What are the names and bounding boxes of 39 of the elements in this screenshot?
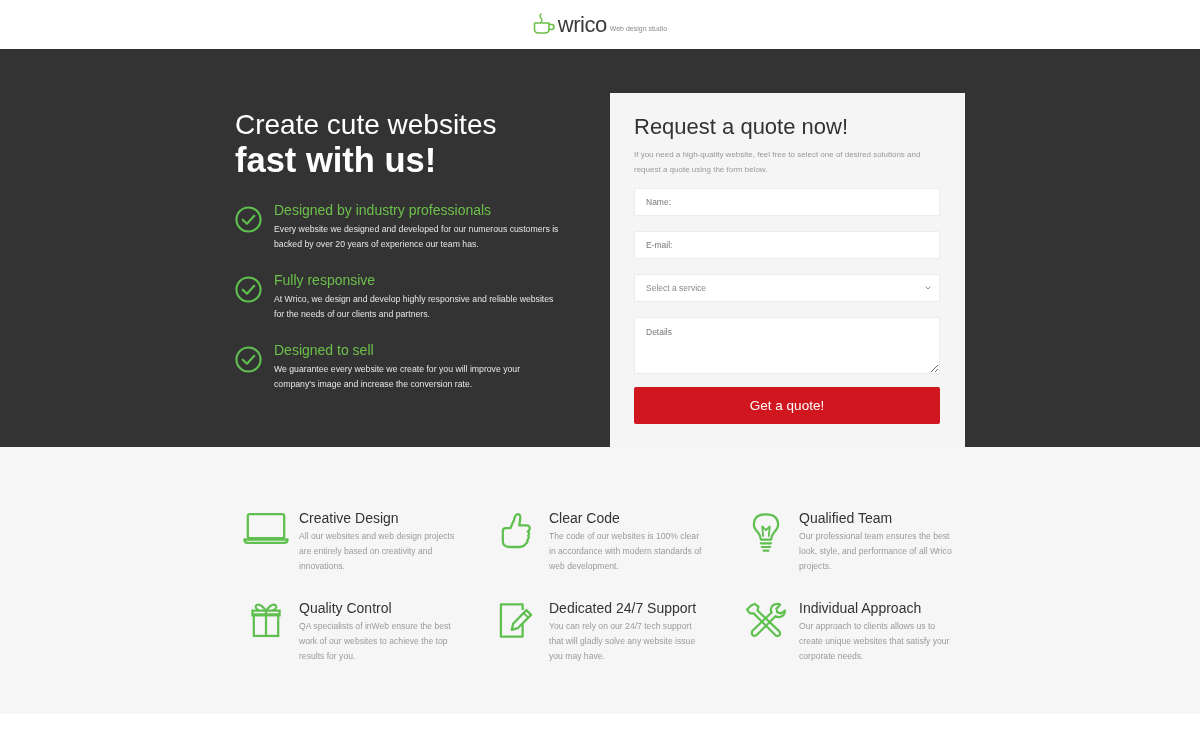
caret-icon — [925, 286, 931, 290]
feature-title: Qualified Team — [799, 509, 893, 527]
thumbs-up-icon — [499, 512, 532, 550]
feature-text: Our professional team ensures the best look, style, and performance of all Wrico projects. — [799, 530, 953, 573]
feature-title: Dedicated 24/7 Support — [549, 599, 697, 617]
feature-title: Creative Design — [299, 509, 399, 527]
feature-text: You can rely on our 24/7 tech support that will gladly solve any website issue you may have. — [549, 620, 697, 663]
document-pencil-icon — [498, 602, 533, 639]
feature-text: All our websites and web design projects are entirely based on creativity and innovations. — [299, 530, 455, 573]
feature-text: The code of our websites is 100% clear in accordance with modern standards of web development. — [549, 530, 703, 573]
text-input[interactable]: E-mail: — [634, 231, 940, 259]
feature-title: Clear Code — [549, 509, 620, 527]
hero-heading: Create cute websites — [235, 109, 497, 141]
tools-icon — [744, 602, 787, 638]
text-input[interactable]: Name: — [634, 188, 940, 216]
benefit-title: Designed by industry professionals — [274, 201, 492, 219]
lightbulb-icon — [751, 512, 780, 554]
benefit-text: Every website we designed and developed for our numerous customers is backed by over 20 years of experience our team has. — [274, 223, 560, 251]
benefit-text: We guarantee every website we create for you will improve your company's image and increase the conversion rate. — [274, 363, 522, 391]
form-intro: If you need a high-quality website, feel free to select one of desired solutions and request a quote using the form below. — [634, 149, 922, 176]
check-circle-icon — [235, 206, 262, 233]
gift-icon — [250, 602, 281, 638]
cup-icon — [532, 12, 555, 34]
submit-button[interactable]: Get a quote! — [634, 387, 940, 424]
laptop-icon — [242, 512, 289, 545]
check-circle-icon — [235, 346, 262, 373]
service-select[interactable]: Select a service — [634, 274, 940, 302]
benefit-title: Fully responsive — [274, 271, 376, 289]
details-textarea[interactable]: Details — [634, 317, 940, 374]
feature-text: Our approach to clients allows us to create unique websites that satisfy your corporate needs. — [799, 620, 951, 663]
feature-text: QA specialists of inWeb ensure the best work of our websites to achieve the top results for you. — [299, 620, 452, 663]
benefit-text: At Wrico, we design and develop highly responsive and reliable websites for the needs of our clients and partners. — [274, 293, 555, 321]
logo-wordmark[interactable]: wrico — [557, 12, 607, 37]
check-circle-icon — [235, 276, 262, 303]
hero-heading-emphasis: fast with us! — [235, 141, 437, 179]
feature-title: Quality Control — [299, 599, 392, 617]
feature-title: Individual Approach — [799, 599, 922, 617]
benefit-title: Designed to sell — [274, 341, 374, 359]
form-title: Request a quote now! — [634, 113, 849, 141]
